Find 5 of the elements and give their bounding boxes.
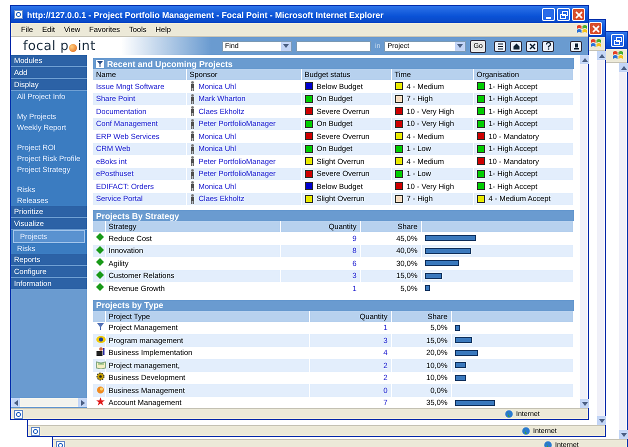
logo: focal p int — [23, 38, 97, 54]
panel-title: Projects by Type — [96, 300, 164, 310]
panel-title: Projects By Strategy — [96, 210, 180, 220]
window-title: http://127.0.0.1 - Project Portfolio Management - Focal Point - Microsoft Internet Explorer — [27, 10, 385, 20]
panel-title: Recent and Upcoming Projects — [107, 58, 233, 68]
